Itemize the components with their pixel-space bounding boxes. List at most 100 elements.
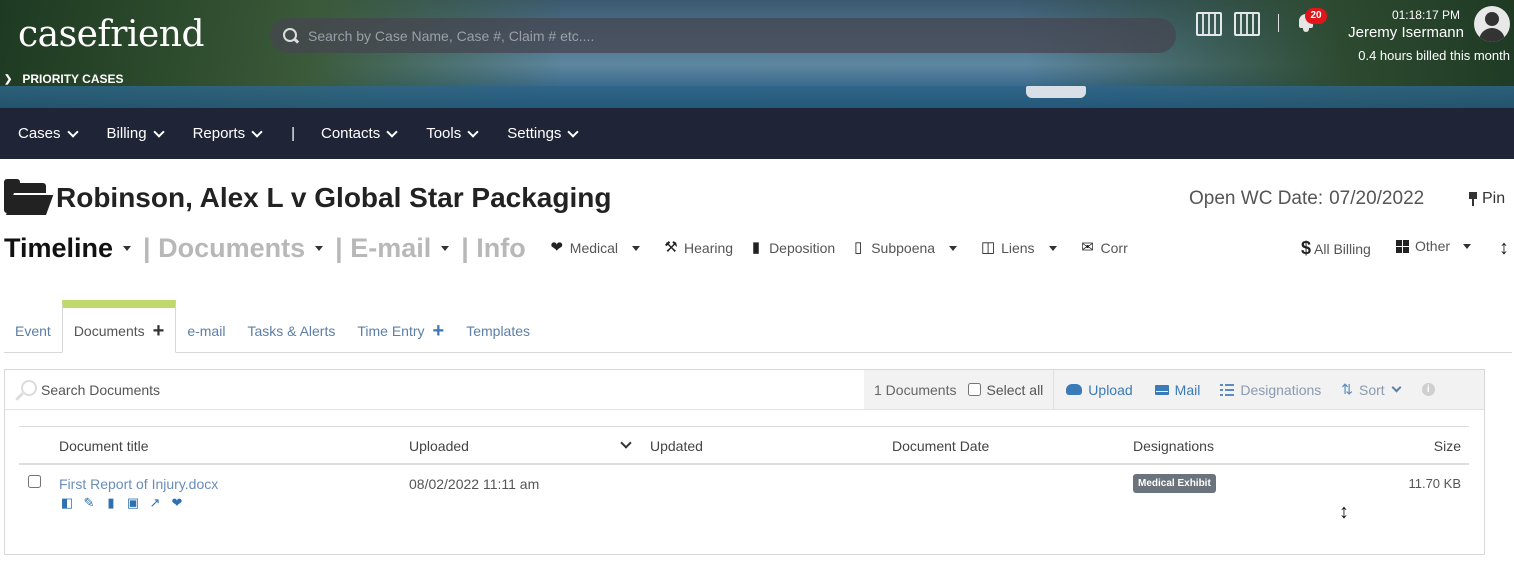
- grid-icon: [1396, 239, 1409, 253]
- document-tools: 1 Documents Select all Upload Mail Desig…: [864, 370, 1484, 409]
- subtab-templates-label: Templates: [466, 323, 531, 339]
- header-clock: 01:18:17 PM: [1391, 8, 1460, 22]
- col-designations[interactable]: Designations: [1133, 438, 1214, 454]
- tab-info[interactable]: | Info: [461, 233, 526, 264]
- calendar-icon[interactable]: [1196, 12, 1222, 36]
- nav-billing-label: Billing: [106, 125, 147, 142]
- nav-settings[interactable]: Settings: [507, 125, 580, 142]
- external-link-icon[interactable]: ↗: [147, 495, 163, 511]
- open-date-value: 07/20/2022: [1329, 188, 1425, 209]
- subtab-email[interactable]: e-mail: [176, 323, 236, 352]
- col-document-title[interactable]: Document title: [59, 438, 148, 454]
- heartbeat-icon[interactable]: ❤: [169, 495, 185, 511]
- pin-button[interactable]: Pin: [1468, 190, 1505, 208]
- subtab-event[interactable]: Event: [4, 323, 62, 352]
- mail-button[interactable]: Mail: [1133, 381, 1201, 398]
- tab-timeline[interactable]: Timeline: [4, 233, 113, 264]
- caret-down-icon[interactable]: [123, 245, 132, 251]
- subtab-templates[interactable]: Templates: [455, 323, 541, 352]
- pencil-icon[interactable]: ✎: [81, 495, 97, 511]
- select-all-checkbox[interactable]: [968, 383, 982, 396]
- caret-down-icon: [632, 245, 641, 251]
- nav-tools[interactable]: Tools: [426, 125, 479, 142]
- tab-hearing[interactable]: ⚒ Hearing: [662, 240, 733, 257]
- caret-down-icon[interactable]: [315, 245, 324, 251]
- table-row: First Report of Injury.docx ◧ ✎ ▮ ▣ ↗ ❤ …: [19, 465, 1469, 525]
- chevron-down-icon: [152, 125, 165, 138]
- chevron-down-icon: [1391, 382, 1402, 393]
- add-time-entry-icon[interactable]: +: [433, 321, 445, 341]
- app-logo[interactable]: casefriend: [18, 14, 205, 55]
- caret-down-icon: [1463, 243, 1472, 249]
- upload-button[interactable]: Upload: [1054, 382, 1133, 398]
- caret-down-icon: [949, 245, 958, 251]
- subtab-documents[interactable]: Documents +: [61, 300, 177, 353]
- global-search-input[interactable]: [308, 27, 1168, 44]
- sort-button[interactable]: ⇅ Sort: [1321, 381, 1402, 398]
- scan-icon[interactable]: ◧: [59, 495, 75, 511]
- priority-cases-toggle[interactable]: ❯ PRIORITY CASES: [4, 72, 124, 86]
- other-menu[interactable]: Other: [1396, 238, 1483, 254]
- document-icon: ▯: [854, 239, 863, 256]
- nav-separator: |: [291, 125, 295, 142]
- col-updated[interactable]: Updated: [650, 438, 703, 454]
- other-label: Other: [1415, 238, 1451, 254]
- tab-medical[interactable]: ❤ Medical: [548, 240, 641, 256]
- monitor-icon[interactable]: ▣: [125, 495, 141, 511]
- all-billing-label: All Billing: [1314, 240, 1371, 257]
- add-document-icon[interactable]: +: [153, 321, 165, 341]
- info-icon[interactable]: i: [1421, 383, 1435, 396]
- subtab-tasks-alerts[interactable]: Tasks & Alerts: [236, 323, 346, 352]
- document-search-input[interactable]: [41, 382, 841, 398]
- caret-down-icon[interactable]: [441, 245, 450, 251]
- tab-corr[interactable]: ✉ Corr: [1079, 240, 1128, 257]
- tab-subpoena[interactable]: ▯ Subpoena: [849, 239, 958, 256]
- col-size[interactable]: Size: [1434, 438, 1461, 454]
- folder-open-icon: [4, 179, 55, 215]
- subtab-time-entry[interactable]: Time Entry +: [346, 321, 455, 352]
- document-search[interactable]: [5, 370, 864, 410]
- case-title: Robinson, Alex L v Global Star Packaging: [56, 182, 612, 213]
- open-date-label: Open WC Date:: [1189, 188, 1324, 209]
- pin-icon: [1468, 192, 1478, 206]
- chevron-down-icon: ❯: [4, 73, 13, 85]
- designations-button[interactable]: Designations: [1200, 382, 1321, 398]
- open-wc-date: Open WC Date: 07/20/2022: [1189, 188, 1424, 210]
- resize-vertical-icon[interactable]: ↕: [1339, 501, 1349, 524]
- mail-label: Mail: [1174, 381, 1201, 398]
- select-all[interactable]: Select all: [966, 370, 1055, 409]
- nav-tools-label: Tools: [426, 125, 462, 142]
- col-uploaded[interactable]: Uploaded: [409, 438, 469, 454]
- all-billing-button[interactable]: $ All Billing: [1301, 238, 1371, 259]
- tab-documents[interactable]: | Documents: [143, 233, 305, 264]
- tab-deposition[interactable]: ▮ Deposition: [747, 240, 835, 257]
- file-size: 11.70 KB: [1408, 476, 1461, 491]
- tab-corr-label: Corr: [1100, 240, 1128, 256]
- expand-vertical-icon[interactable]: ↕: [1499, 237, 1509, 260]
- nav-reports[interactable]: Reports: [193, 125, 263, 142]
- tab-email[interactable]: | E-mail: [335, 233, 431, 264]
- designation-badge[interactable]: Medical Exhibit: [1133, 474, 1216, 493]
- chevron-down-icon: [251, 125, 263, 138]
- select-all-label: Select all: [986, 381, 1044, 398]
- gift-icon: ◫: [980, 239, 996, 256]
- clipboard-icon[interactable]: ▮: [103, 495, 119, 511]
- user-name[interactable]: Jeremy Isermann: [1348, 24, 1464, 41]
- sort-desc-icon[interactable]: [620, 437, 632, 449]
- tab-liens[interactable]: ◫ Liens: [979, 239, 1057, 256]
- row-checkbox[interactable]: [28, 475, 41, 488]
- people-calendar-icon[interactable]: [1234, 12, 1260, 36]
- notification-badge[interactable]: 20: [1305, 8, 1327, 24]
- nav-contacts-label: Contacts: [321, 125, 381, 142]
- chevron-down-icon: [66, 125, 79, 138]
- nav-billing[interactable]: Billing: [106, 125, 165, 142]
- nav-contacts[interactable]: Contacts: [321, 125, 398, 142]
- global-search-bar[interactable]: [270, 18, 1176, 53]
- nav-cases[interactable]: Cases: [18, 125, 79, 142]
- subtab-documents-label: Documents: [73, 322, 145, 339]
- chevron-down-icon: [567, 125, 580, 138]
- user-avatar-icon[interactable]: [1474, 6, 1510, 42]
- chevron-down-icon: [386, 125, 398, 138]
- col-document-date[interactable]: Document Date: [892, 438, 989, 454]
- document-title-link[interactable]: First Report of Injury.docx: [59, 476, 218, 492]
